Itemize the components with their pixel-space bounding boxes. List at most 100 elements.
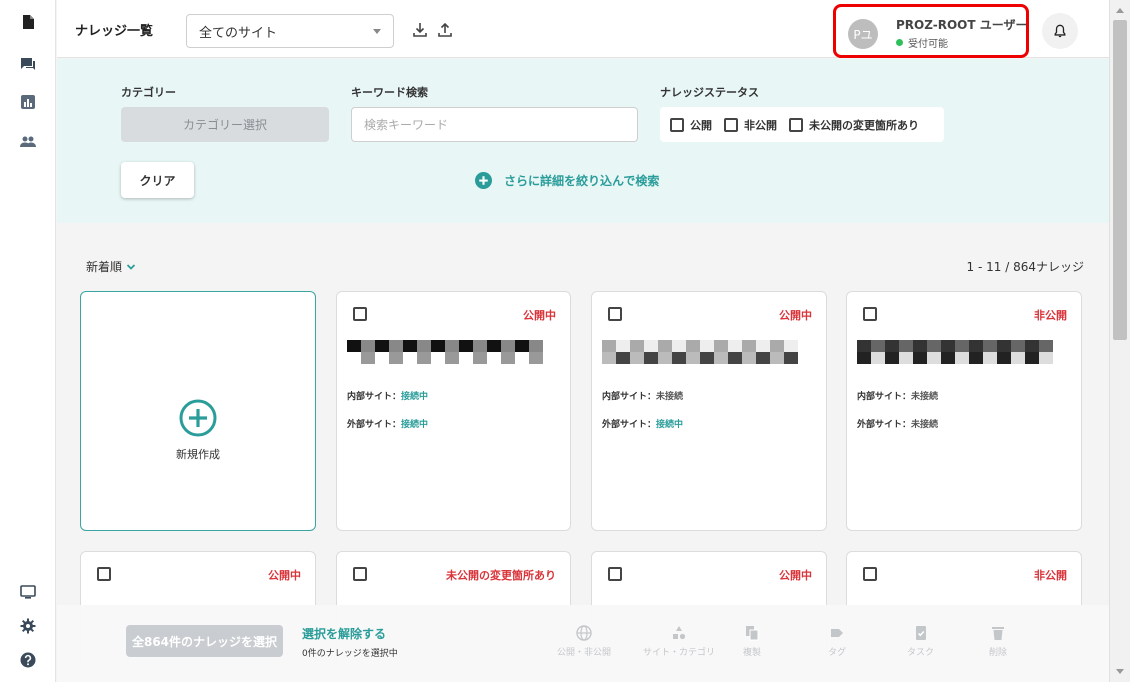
user-name: PROZ-ROOT ユーザー [896, 18, 1028, 32]
deselect-link[interactable]: 選択を解除する [302, 625, 386, 642]
nav-analytics[interactable] [0, 86, 56, 118]
card-status: 公開中 [779, 309, 812, 322]
site-category-action[interactable]: サイト・カテゴリ [643, 625, 715, 658]
internal-site-label: 内部サイト： [602, 392, 657, 402]
action-label: 複製 [743, 648, 762, 658]
task-action[interactable]: タスク [907, 625, 934, 658]
new-knowledge-label: 新規作成 [176, 448, 220, 461]
checkbox-icon [789, 117, 803, 132]
nav-chat[interactable] [0, 48, 56, 80]
copy-icon [746, 626, 759, 641]
chat-icon [21, 58, 35, 70]
user-menu[interactable]: Pユ PROZ-ROOT ユーザー 受付可能 [833, 4, 1029, 58]
scroll-up-icon[interactable] [1116, 8, 1124, 13]
card-checkbox[interactable] [608, 307, 622, 321]
external-site-label: 外部サイト： [602, 420, 657, 430]
external-site-status: 外部サイト：未接続 [857, 417, 938, 430]
card-status: 公開中 [779, 569, 812, 582]
result-count: 1 - 11 / 864ナレッジ [966, 260, 1084, 274]
nav-knowledge[interactable] [0, 6, 56, 38]
duplicate-action[interactable]: 複製 [743, 625, 761, 658]
status-option-label: 公開 [690, 118, 712, 132]
upload-icon[interactable] [437, 22, 453, 38]
help-icon [20, 652, 36, 668]
gear-icon [20, 618, 36, 634]
task-icon [915, 626, 926, 640]
scroll-down-icon[interactable] [1116, 669, 1124, 674]
internal-site-status: 内部サイト：未接続 [602, 389, 683, 402]
top-header: ナレッジ一覧 全てのサイト Pユ PROZ-ROOT ユーザー 受付可能 [57, 0, 1109, 58]
status-private-checkbox[interactable]: 非公開 [724, 117, 777, 133]
new-knowledge-card[interactable]: 新規作成 [80, 291, 316, 531]
internal-site-value: 未接続 [911, 392, 939, 402]
keyword-search-input[interactable] [351, 107, 638, 142]
status-public-checkbox[interactable]: 公開 [670, 117, 712, 133]
bell-icon [1054, 24, 1066, 38]
redacted-title-mosaic [857, 340, 1053, 364]
nav-settings[interactable] [0, 610, 56, 642]
sort-dropdown[interactable]: 新着順 [86, 258, 136, 275]
plus-circle-icon [179, 399, 217, 437]
action-label: タグ [828, 648, 847, 658]
card-status: 非公開 [1034, 309, 1067, 322]
bulk-action-bar: 全864件のナレッジを選択 選択を解除する 0件のナレッジを選択中 公開・非公開… [57, 605, 1109, 682]
publish-toggle-action[interactable]: 公開・非公開 [557, 625, 611, 658]
status-dot-icon [896, 39, 903, 46]
site-select-value: 全てのサイト [199, 25, 278, 41]
external-site-value: 未接続 [911, 420, 939, 430]
external-site-value: 接続中 [656, 420, 684, 430]
document-icon [23, 15, 34, 29]
nav-users[interactable] [0, 126, 56, 158]
globe-icon [576, 625, 592, 641]
left-nav-rail [0, 0, 56, 682]
internal-site-status: 内部サイト：未接続 [857, 389, 938, 402]
internal-site-value: 未接続 [656, 392, 684, 402]
advanced-search-label: さらに詳細を絞り込んで検索 [504, 174, 660, 188]
category-select-button[interactable]: カテゴリー選択 [121, 107, 329, 142]
card-checkbox[interactable] [353, 307, 367, 321]
nav-display[interactable] [0, 576, 56, 608]
external-site-label: 外部サイト： [857, 420, 912, 430]
card-checkbox[interactable] [353, 567, 367, 581]
knowledge-card[interactable]: 非公開 内部サイト：未接続 外部サイト：未接続 [846, 291, 1082, 531]
card-status: 未公開の変更箇所あり [446, 569, 556, 582]
avatar: Pユ [848, 19, 878, 49]
redacted-title-mosaic [602, 340, 798, 364]
action-label: タスク [907, 648, 935, 658]
chevron-down-icon [373, 28, 381, 34]
vertical-scrollbar[interactable] [1109, 0, 1130, 682]
checkbox-icon [724, 117, 738, 132]
user-status: 受付可能 [896, 35, 948, 50]
knowledge-card[interactable]: 公開中 内部サイト：未接続 外部サイト：接続中 [591, 291, 827, 531]
status-option-label: 非公開 [744, 118, 777, 132]
scrollbar-thumb[interactable] [1113, 20, 1127, 340]
checkbox-icon [670, 117, 684, 132]
external-site-status: 外部サイト：接続中 [347, 417, 428, 430]
card-status: 公開中 [268, 569, 301, 582]
clear-button[interactable]: クリア [121, 162, 194, 198]
delete-action[interactable]: 削除 [989, 625, 1007, 658]
card-status: 非公開 [1034, 569, 1067, 582]
card-checkbox[interactable] [863, 567, 877, 581]
site-select[interactable]: 全てのサイト [186, 14, 394, 48]
nav-help[interactable] [0, 644, 56, 676]
chart-icon [21, 95, 35, 109]
card-checkbox[interactable] [97, 567, 111, 581]
user-status-text: 受付可能 [908, 39, 948, 50]
chevron-down-icon [126, 263, 136, 270]
download-icon[interactable] [412, 22, 428, 38]
shapes-icon [673, 626, 686, 640]
notifications-button[interactable] [1042, 13, 1078, 49]
action-label: 削除 [989, 648, 1008, 658]
card-checkbox[interactable] [863, 307, 877, 321]
knowledge-card[interactable]: 公開中 内部サイト：接続中 外部サイト：接続中 [336, 291, 571, 531]
card-checkbox[interactable] [608, 567, 622, 581]
status-unpublished-changes-checkbox[interactable]: 未公開の変更箇所あり [789, 117, 919, 133]
sort-label: 新着順 [86, 260, 123, 274]
tag-action[interactable]: タグ [828, 625, 846, 658]
internal-site-label: 内部サイト： [347, 392, 402, 402]
plus-circle-icon [475, 172, 492, 189]
advanced-search-link[interactable]: さらに詳細を絞り込んで検索 [475, 172, 659, 189]
select-all-button[interactable]: 全864件のナレッジを選択 [126, 625, 283, 657]
internal-site-label: 内部サイト： [857, 392, 912, 402]
